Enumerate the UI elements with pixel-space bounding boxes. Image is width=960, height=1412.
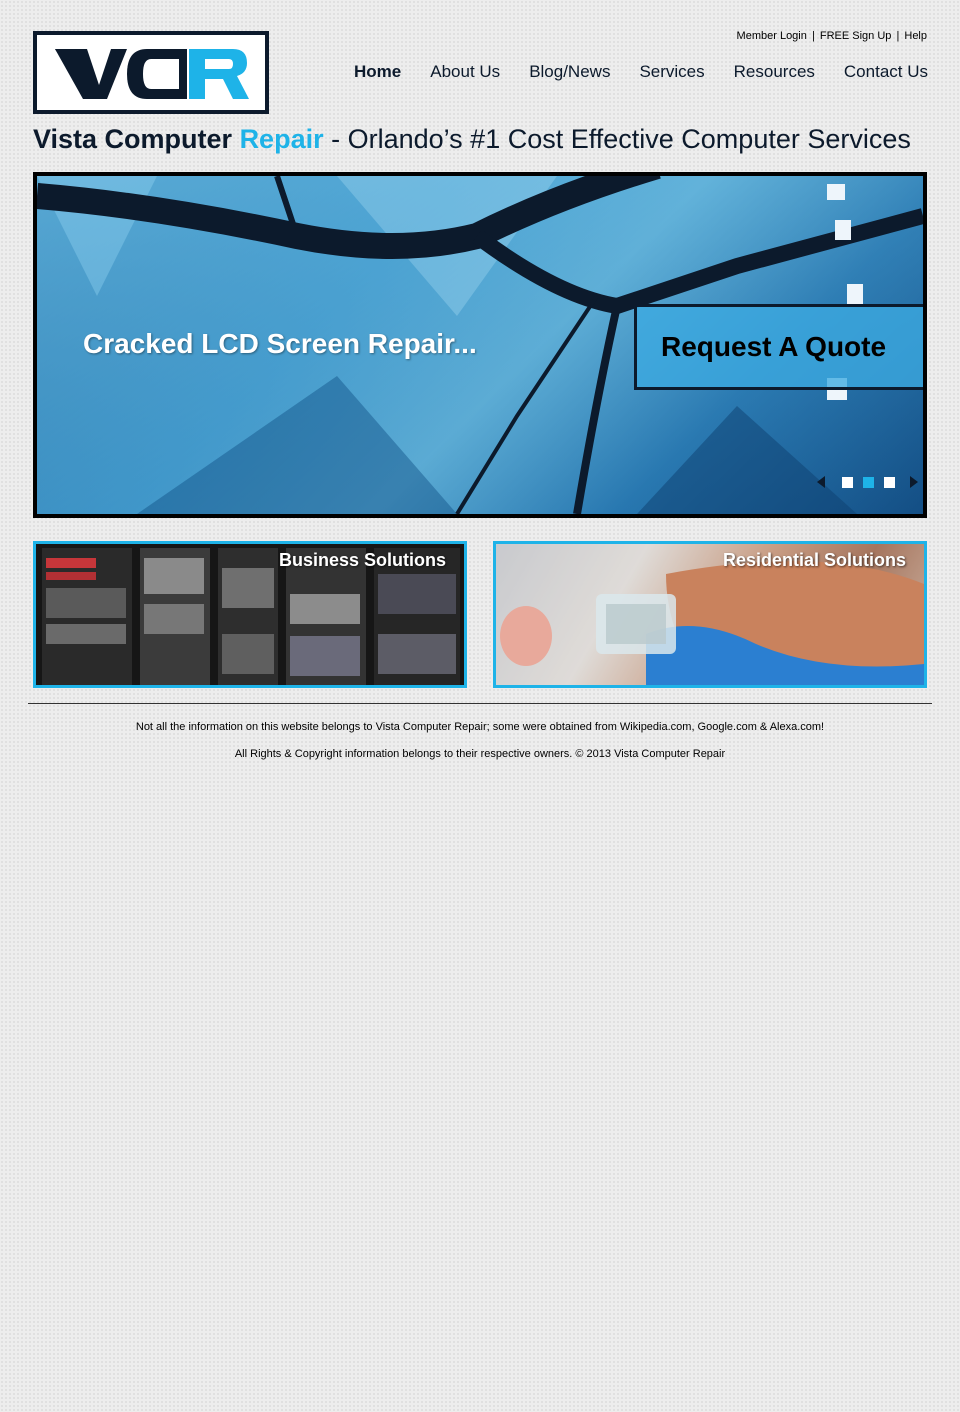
footer-disclaimer: Not all the information on this website …: [135, 721, 825, 733]
slide-caption: Cracked LCD Screen Repair...: [83, 328, 477, 359]
nav-home[interactable]: Home: [354, 62, 401, 82]
help-link[interactable]: Help: [904, 30, 927, 42]
main-nav: Home About Us Blog/News Services Resourc…: [325, 62, 928, 82]
free-signup-link[interactable]: FREE Sign Up: [820, 30, 892, 42]
business-solutions-panel[interactable]: Business Solutions: [33, 541, 467, 688]
nav-blog-news[interactable]: Blog/News: [529, 62, 610, 82]
slider-dot-3[interactable]: [884, 476, 895, 488]
page-headline: Vista Computer Repair - Orlando’s #1 Cos…: [33, 124, 911, 155]
slider-dot-1[interactable]: [842, 476, 853, 488]
footer-copyright: All Rights & Copyright information belon…: [234, 748, 726, 760]
nav-services[interactable]: Services: [639, 62, 704, 82]
business-solutions-title: Business Solutions: [278, 550, 446, 570]
next-arrow-icon[interactable]: [910, 476, 918, 488]
slider-controls: [817, 476, 918, 488]
prev-arrow-icon[interactable]: [817, 476, 825, 488]
nav-resources[interactable]: Resources: [734, 62, 815, 82]
vcr-logo-graphic: [55, 49, 249, 99]
headline-brand-part: Vista Computer: [33, 124, 233, 154]
hero-slider: Cracked LCD Screen Repair... Request A Q…: [33, 172, 927, 518]
residential-solutions-title: Residential Solutions: [722, 550, 906, 570]
footer-divider: [28, 703, 932, 704]
nav-contact-us[interactable]: Contact Us: [844, 62, 928, 82]
headline-brand-accent: Repair: [239, 124, 324, 154]
site-logo[interactable]: [33, 31, 269, 114]
separator: |: [896, 30, 900, 42]
utility-links: Member Login | FREE Sign Up | Help: [737, 30, 927, 42]
member-login-link[interactable]: Member Login: [737, 30, 807, 42]
nav-about-us[interactable]: About Us: [430, 62, 500, 82]
request-quote-button[interactable]: Request A Quote: [634, 304, 923, 390]
separator: |: [811, 30, 815, 42]
slider-dot-2[interactable]: [863, 476, 874, 488]
residential-solutions-panel[interactable]: Residential Solutions: [493, 541, 927, 688]
headline-tagline: - Orlando’s #1 Cost Effective Computer S…: [331, 124, 911, 154]
